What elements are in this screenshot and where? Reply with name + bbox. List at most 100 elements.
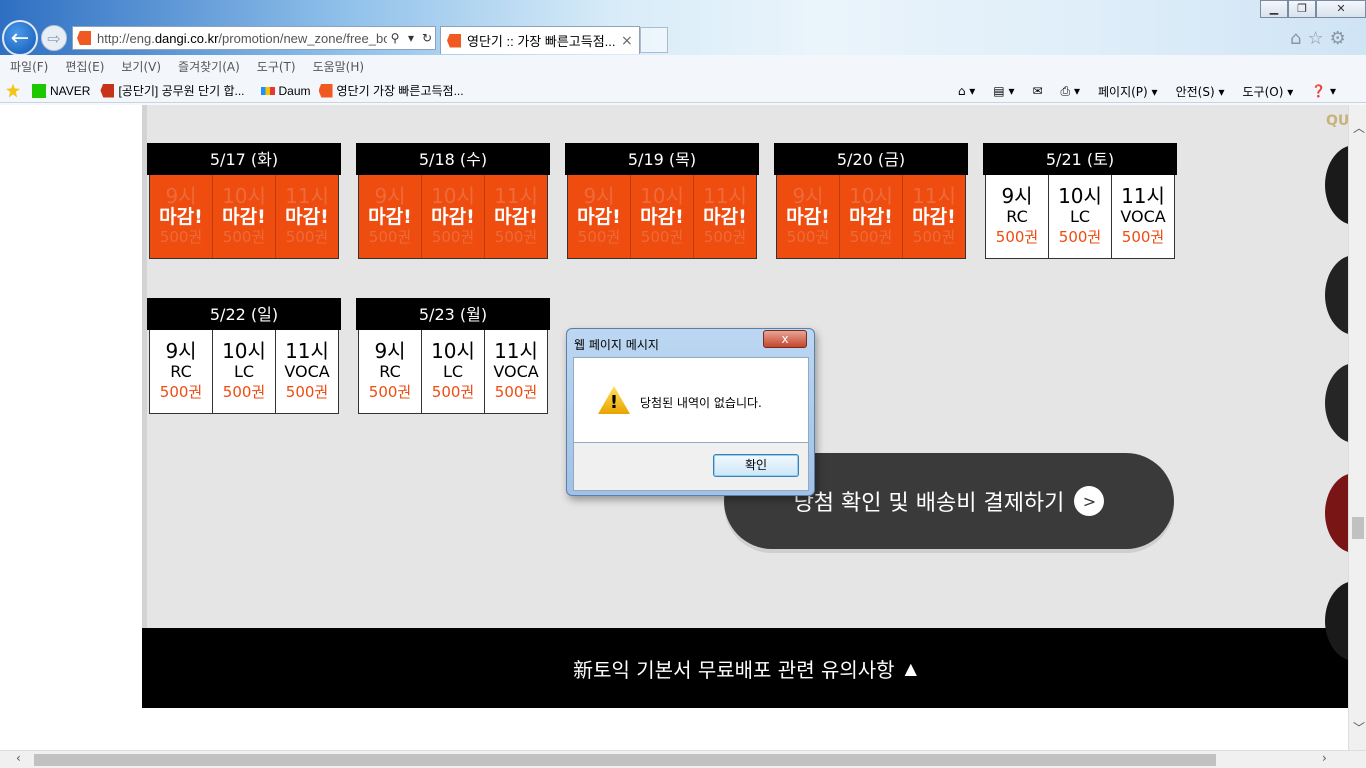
day-slots: 9시 RC 500권 10시 LC 500권 11시 VOCA 500권 xyxy=(149,330,339,414)
time-slot[interactable]: 10시 LC 500권 마감! xyxy=(840,175,903,258)
right-widget-3[interactable] xyxy=(1325,363,1348,443)
time-slot[interactable]: 9시 RC 500권 마감! xyxy=(359,175,422,258)
slot-quantity: 500권 xyxy=(159,228,203,246)
tools-menu[interactable]: 도구(O) ▾ xyxy=(1242,83,1293,100)
site-favicon-icon xyxy=(77,31,91,45)
search-icon[interactable]: ⚲ xyxy=(387,31,403,45)
time-slot[interactable]: 10시 LC 500권 xyxy=(213,330,276,413)
time-slot[interactable]: 9시 RC 500권 xyxy=(150,330,213,413)
vertical-scrollbar[interactable]: ︿ ﹀ xyxy=(1348,105,1366,750)
menu-edit[interactable]: 편집(E) xyxy=(65,58,104,75)
right-widget-5[interactable] xyxy=(1325,581,1348,661)
page-menu[interactable]: 페이지(P) ▾ xyxy=(1098,83,1158,100)
right-widget-4[interactable] xyxy=(1325,473,1348,553)
slot-quantity: 500권 xyxy=(285,228,329,246)
address-url[interactable]: http://eng.dangi.co.kr/promotion/new_zon… xyxy=(97,31,387,46)
forward-button[interactable]: ⇨ xyxy=(41,25,67,51)
menu-view[interactable]: 보기(V) xyxy=(121,58,161,75)
slot-subject: VOCA xyxy=(493,362,539,381)
day-card: 5/22 (일) 9시 RC 500권 10시 LC 500권 11시 VOCA 500권 xyxy=(147,298,341,414)
scroll-right-icon[interactable]: › xyxy=(1322,751,1327,765)
daum-icon xyxy=(260,86,275,95)
ok-button[interactable]: 확인 xyxy=(713,454,799,477)
menu-favorites[interactable]: 즐겨찾기(A) xyxy=(178,58,240,75)
minimize-button[interactable]: ▁ xyxy=(1260,0,1288,18)
menu-tools[interactable]: 도구(T) xyxy=(257,58,296,75)
new-tab-button[interactable] xyxy=(640,27,668,53)
refresh-icon[interactable]: ↻ xyxy=(419,31,435,45)
browser-tab[interactable]: 영단기 :: 가장 빠른고득점... × xyxy=(440,26,640,54)
time-slot[interactable]: 9시 RC 500권 마감! xyxy=(777,175,840,258)
home-menu-icon[interactable]: ⌂ ▾ xyxy=(958,84,975,98)
time-slot[interactable]: 11시 VOCA 500권 xyxy=(276,330,338,413)
day-card: 5/17 (화) 9시 RC 500권 마감! 10시 LC 500권 마감! 11시 VOCA 50… xyxy=(147,143,341,259)
home-icon[interactable]: ⌂ xyxy=(1290,28,1301,49)
back-arrow-icon: ← xyxy=(10,25,30,51)
time-slot[interactable]: 9시 RC 500권 xyxy=(986,175,1049,258)
message-dialog: 웹 페이지 메시지 x ! 당첨된 내역이 없습니다. 확인 xyxy=(566,328,815,496)
closed-label: 마감! xyxy=(849,206,893,228)
time-slot[interactable]: 10시 LC 500권 마감! xyxy=(422,175,485,258)
menu-file[interactable]: 파일(F) xyxy=(10,58,48,75)
fav-naver[interactable]: NAVER xyxy=(32,83,90,98)
day-slots: 9시 RC 500권 10시 LC 500권 11시 VOCA 500권 xyxy=(985,175,1175,259)
time-slot[interactable]: 10시 LC 500권 마감! xyxy=(631,175,694,258)
closed-label: 마감! xyxy=(285,206,329,228)
command-bar: ⌂ ▾ ▤ ▾ ✉ ⎙ ▾ 페이지(P) ▾ 안전(S) ▾ 도구(O) ▾ ❓… xyxy=(958,79,1336,103)
scroll-up-icon[interactable]: ︿ xyxy=(1353,119,1365,136)
toolbar-icons: ⌂ ☆ ⚙ xyxy=(1290,28,1346,49)
warning-exclamation-icon: ! xyxy=(609,392,619,413)
mail-icon[interactable]: ✉ xyxy=(1032,84,1042,98)
print-icon[interactable]: ⎙ ▾ xyxy=(1061,84,1080,99)
right-widget-1[interactable] xyxy=(1325,145,1348,225)
favorites-star-add-icon[interactable] xyxy=(6,83,24,98)
closed-label: 마감! xyxy=(494,206,538,228)
naver-icon xyxy=(32,83,46,98)
time-slot[interactable]: 9시 RC 500권 마감! xyxy=(150,175,213,258)
favorites-star-icon[interactable]: ☆ xyxy=(1307,28,1323,49)
right-widget-2[interactable] xyxy=(1325,255,1348,335)
close-window-button[interactable]: ✕ xyxy=(1316,0,1366,18)
slot-quantity: 500권 xyxy=(285,383,329,401)
time-slot[interactable]: 10시 LC 500권 마감! xyxy=(213,175,276,258)
fav-daum[interactable]: Daum xyxy=(260,84,311,98)
notice-bar[interactable]: 新토익 기본서 무료배포 관련 유의사항 ▲ xyxy=(142,628,1348,708)
slot-quantity: 500권 xyxy=(494,228,538,246)
horizontal-scrollbar[interactable]: ‹ › xyxy=(0,750,1366,768)
dropdown-icon[interactable]: ▾ xyxy=(403,31,419,45)
address-bar[interactable]: http://eng.dangi.co.kr/promotion/new_zon… xyxy=(72,26,436,50)
day-slots: 9시 RC 500권 마감! 10시 LC 500권 마감! 11시 VOCA 500권 마감! xyxy=(776,175,966,259)
time-slot[interactable]: 11시 VOCA 500권 마감! xyxy=(694,175,756,258)
time-slot[interactable]: 11시 VOCA 500권 마감! xyxy=(485,175,547,258)
time-slot[interactable]: 9시 RC 500권 마감! xyxy=(568,175,631,258)
time-slot[interactable]: 11시 VOCA 500권 xyxy=(485,330,547,413)
time-slot[interactable]: 9시 RC 500권 xyxy=(359,330,422,413)
settings-gear-icon[interactable]: ⚙ xyxy=(1330,28,1346,49)
slot-quantity: 500권 xyxy=(640,228,684,246)
slot-time: 11시 xyxy=(1121,184,1165,208)
feeds-icon[interactable]: ▤ ▾ xyxy=(993,84,1014,98)
scroll-down-icon[interactable]: ﹀ xyxy=(1353,719,1365,736)
restore-button[interactable]: ❐ xyxy=(1288,0,1316,18)
time-slot[interactable]: 10시 LC 500권 xyxy=(422,330,485,413)
dialog-close-button[interactable]: x xyxy=(763,330,807,348)
horizontal-scroll-thumb[interactable] xyxy=(34,754,1216,766)
menu-help[interactable]: 도움말(H) xyxy=(313,58,365,75)
vertical-scroll-thumb[interactable] xyxy=(1352,517,1364,539)
day-header: 5/21 (토) xyxy=(983,143,1177,175)
time-slot[interactable]: 10시 LC 500권 xyxy=(1049,175,1112,258)
safety-menu[interactable]: 안전(S) ▾ xyxy=(1176,83,1225,100)
fav-yeongdangi[interactable]: 영단기 가장 빠른고득점... xyxy=(318,82,464,99)
time-slot[interactable]: 11시 VOCA 500권 마감! xyxy=(903,175,965,258)
back-button[interactable]: ← xyxy=(2,20,38,56)
day-slots: 9시 RC 500권 마감! 10시 LC 500권 마감! 11시 VOCA 500권 마감! xyxy=(567,175,757,259)
time-slot[interactable]: 11시 VOCA 500권 xyxy=(1112,175,1174,258)
scroll-left-icon[interactable]: ‹ xyxy=(16,751,21,765)
fav-gongdangi[interactable]: [공단기] 공무원 단기 합... xyxy=(100,82,245,99)
tab-close-icon[interactable]: × xyxy=(621,33,639,49)
time-slot[interactable]: 11시 VOCA 500권 마감! xyxy=(276,175,338,258)
closed-label: 마감! xyxy=(368,206,412,228)
day-header: 5/19 (목) xyxy=(565,143,759,175)
help-icon[interactable]: ❓ ▾ xyxy=(1311,84,1336,98)
day-slots: 9시 RC 500권 마감! 10시 LC 500권 마감! 11시 VOCA 500권 마감! xyxy=(149,175,339,259)
